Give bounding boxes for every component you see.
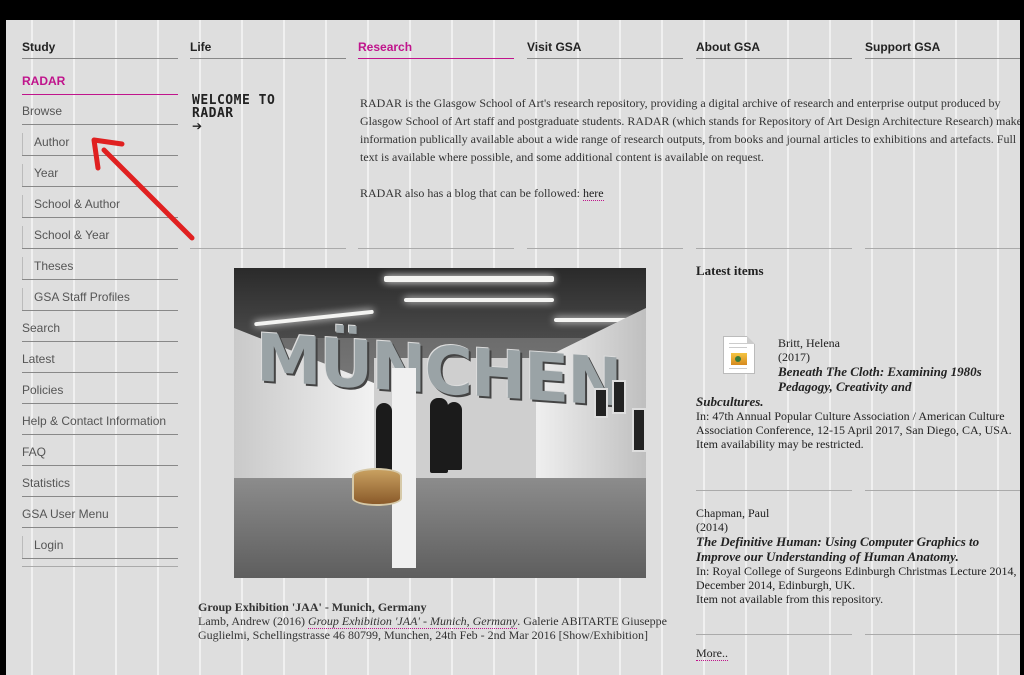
sidebar-item-browse[interactable]: Browse [22,102,178,125]
item-title-link[interactable]: Beneath The Cloth: Examining 1980s [696,364,1018,379]
browser-viewport: Study Life Research Visit GSA About GSA … [6,20,1020,675]
sidebar-item-school-year[interactable]: School & Year [22,226,178,249]
sidebar-item-label: Author [34,135,70,149]
sidebar-item-label: School & Author [34,197,121,211]
featured-citation: Lamb, Andrew (2016) Group Exhibition 'JA… [198,614,668,642]
divider [696,248,852,249]
welcome-line2: RADAR [192,106,234,121]
sidebar-item-theses[interactable]: Theses [22,257,178,280]
sidebar-item-label: Statistics [22,476,71,490]
welcome-heading: WELCOME TO RADAR ➔ [192,94,342,133]
blog-prefix: RADAR also has a blog that can be follow… [360,186,583,200]
item-availability: Item not available from this repository. [696,592,884,606]
nav-about-gsa[interactable]: About GSA [696,40,852,59]
sidebar-item-school-author[interactable]: School & Author [22,195,178,218]
divider [865,634,1020,635]
blog-paragraph: RADAR also has a blog that can be follow… [360,184,1020,202]
sidebar-item-label: RADAR [22,74,66,88]
item-title-link[interactable]: Pedagogy, Creativity and [696,379,1018,394]
divider [696,490,852,491]
sidebar-item-statistics[interactable]: Statistics [22,474,178,497]
sidebar-item-label: Browse [22,104,63,118]
item-title-link[interactable]: The Definitive Human: Using Computer Gra… [696,534,1018,564]
sidebar-item-radar[interactable]: RADAR [22,72,178,95]
sidebar-item-label: Policies [22,383,64,397]
sidebar-item-faq[interactable]: FAQ [22,443,178,466]
featured-exhibition-image[interactable]: MÜNCHEN [234,268,646,578]
divider [190,248,346,249]
nav-support-gsa[interactable]: Support GSA [865,40,1020,59]
sidebar-item-search[interactable]: Search [22,319,178,342]
divider [696,634,852,635]
sidebar-item-label: Latest [22,352,55,366]
item-availability: Item availability may be restricted. [696,437,864,451]
sidebar-item-gsa-user-menu[interactable]: GSA User Menu [22,505,178,528]
nav-life[interactable]: Life [190,40,346,59]
sidebar-item-label: GSA Staff Profiles [34,290,130,304]
sidebar-item-label: GSA User Menu [22,507,109,521]
featured-title: Group Exhibition 'JAA' - Munich, Germany [198,600,427,614]
item-title-part: Pedagogy, Creativity and [778,379,912,394]
blog-link[interactable]: here [582,186,604,201]
sidebar-item-label: Year [34,166,59,180]
sidebar-item-login[interactable]: Login [22,536,178,559]
sidebar-item-label: School & Year [34,228,110,242]
divider [358,248,514,249]
sidebar-item-label: Login [34,538,64,552]
sidebar-item-label: FAQ [22,445,47,459]
latest-item: Chapman, Paul (2014) The Definitive Huma… [696,506,1018,606]
sidebar-divider [22,566,178,567]
sidebar-item-help-contact[interactable]: Help & Contact Information [22,412,178,435]
nav-research[interactable]: Research [358,40,514,59]
sidebar-item-year[interactable]: Year [22,164,178,187]
item-author: Chapman, Paul [696,506,770,520]
item-year: (2017) [778,350,810,364]
featured-citation-link[interactable]: Group Exhibition 'JAA' - Munich, Germany [307,614,518,629]
nav-visit-gsa[interactable]: Visit GSA [527,40,683,59]
sidebar-item-gsa-staff-profiles[interactable]: GSA Staff Profiles [22,288,178,311]
citation-prefix: Lamb, Andrew (2016) [198,614,308,628]
nav-study[interactable]: Study [22,40,178,59]
intro-text: RADAR is the Glasgow School of Art's res… [360,94,1020,202]
item-title-part: Beneath The Cloth: Examining 1980s [778,364,982,379]
sidebar-item-label: Theses [34,259,74,273]
latest-item: Britt, Helena (2017) Beneath The Cloth: … [696,336,1018,451]
item-year: (2014) [696,520,728,534]
item-title-link[interactable]: Subcultures. [696,394,1018,409]
sidebar-item-author[interactable]: Author [22,133,178,156]
sidebar-item-policies[interactable]: Policies [22,381,178,404]
featured-caption: Group Exhibition 'JAA' - Munich, Germany… [198,600,668,642]
divider [527,248,683,249]
sidebar-item-label: Search [22,321,61,335]
more-link[interactable]: More.. [696,646,728,661]
intro-paragraph: RADAR is the Glasgow School of Art's res… [360,96,1020,164]
latest-items-heading: Latest items [696,263,764,278]
divider [865,490,1020,491]
arrow-right-icon: ➔ [192,119,203,133]
item-venue: In: 47th Annual Popular Culture Associat… [696,409,1012,437]
sidebar-item-label: Help & Contact Information [22,414,167,428]
item-venue: In: Royal College of Surgeons Edinburgh … [696,564,1017,592]
item-title-part: Subcultures. [696,394,764,409]
item-author: Britt, Helena [778,336,840,350]
sidebar-item-latest[interactable]: Latest [22,350,178,373]
divider [865,248,1020,249]
